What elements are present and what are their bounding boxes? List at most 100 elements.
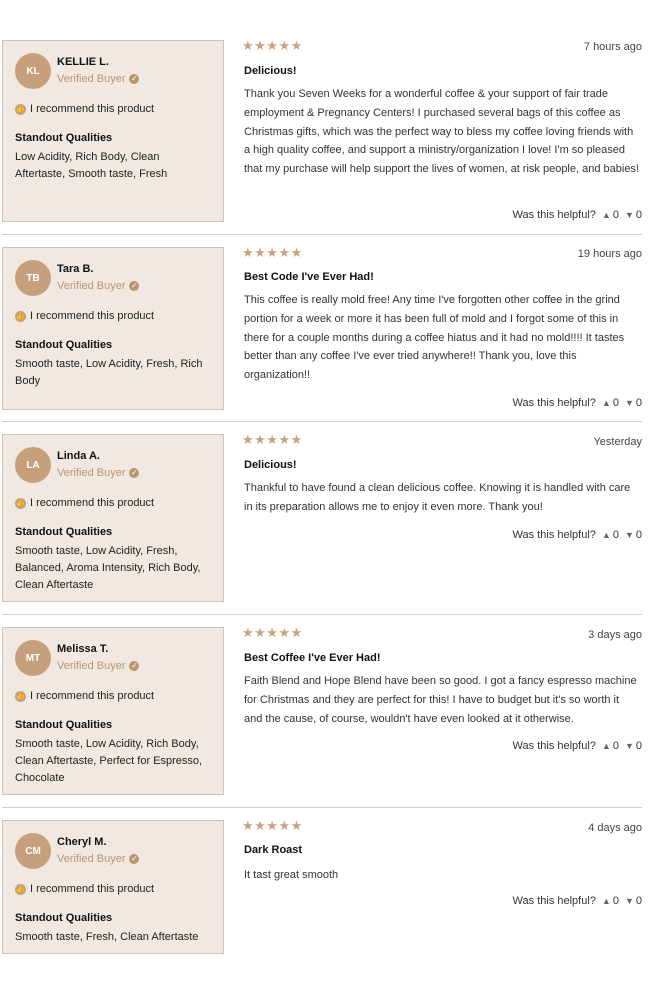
upvote-button[interactable]: ▲ 0 [602, 740, 619, 752]
verified-badge: Verified Buyer ✓ [57, 467, 140, 479]
helpful-label: Was this helpful? [512, 397, 596, 409]
helpful-row: Was this helpful? ▲ 0 ▼ 0 [513, 397, 642, 409]
review-title: Delicious! [244, 459, 297, 471]
upvote-button[interactable]: ▲ 0 [602, 209, 619, 221]
helpful-label: Was this helpful? [512, 529, 596, 541]
verified-badge: Verified Buyer ✓ [57, 660, 140, 672]
reviewer-name: Melissa T. [57, 643, 109, 655]
standout-qualities: Smooth taste, Low Acidity, Rich Body, Cl… [15, 738, 203, 784]
review-title: Best Coffee I've Ever Had! [244, 652, 381, 664]
check-icon: ✓ [129, 661, 140, 671]
upvote-count: 0 [612, 209, 619, 221]
review-item: LA Linda A. Verified Buyer ✓ 👍 I recommend… [0, 422, 667, 614]
downvote-count: 0 [635, 740, 642, 752]
thumbs-up-icon: ▲ [601, 530, 611, 540]
recommend-label: I recommend this product [30, 497, 155, 509]
reviewer-card: TB Tara B. Verified Buyer ✓ 👍 I recommend … [2, 247, 224, 410]
review-item: KL KELLIE L. Verified Buyer ✓ 👍 I recommen… [0, 0, 667, 235]
review-title: Delicious! [244, 65, 297, 77]
standout-qualities: Smooth taste, Low Acidity, Fresh, Balanc… [15, 545, 201, 591]
recommend-label: I recommend this product [30, 883, 155, 895]
recommend-row: 👍 I recommend this product [15, 690, 154, 702]
star-rating: ★★★★★ [242, 818, 303, 833]
recommend-row: 👍 I recommend this product [15, 310, 154, 322]
thumbs-up-icon: ▲ [601, 896, 611, 906]
thumbs-up-icon: ▲ [601, 210, 611, 220]
helpful-label: Was this helpful? [512, 740, 596, 752]
standout-title: Standout Qualities [15, 912, 113, 924]
helpful-row: Was this helpful? ▲ 0 ▼ 0 [513, 529, 642, 541]
reviewer-name: Cheryl M. [57, 836, 107, 848]
standout-title: Standout Qualities [15, 339, 113, 351]
verified-label: Verified Buyer [57, 280, 126, 292]
avatar: MT [15, 640, 51, 676]
reviewer-name: Tara B. [57, 263, 94, 275]
thumbs-up-icon: ▲ [601, 741, 611, 751]
thumbs-up-icon: 👍 [15, 497, 26, 509]
downvote-button[interactable]: ▼ 0 [625, 397, 642, 409]
upvote-count: 0 [612, 740, 619, 752]
downvote-button[interactable]: ▼ 0 [625, 529, 642, 541]
downvote-count: 0 [635, 209, 642, 221]
review-time: Yesterday [593, 436, 642, 448]
check-icon: ✓ [129, 854, 140, 864]
star-rating: ★★★★★ [242, 432, 303, 447]
standout-title: Standout Qualities [15, 132, 113, 144]
review-time: 4 days ago [588, 822, 642, 834]
thumbs-up-icon: ▲ [601, 398, 611, 408]
avatar: KL [15, 53, 51, 89]
helpful-row: Was this helpful? ▲ 0 ▼ 0 [513, 895, 642, 907]
reviewer-name: KELLIE L. [57, 56, 109, 68]
review-time: 3 days ago [588, 629, 642, 641]
review-body: Thank you Seven Weeks for a wonderful co… [244, 88, 639, 176]
downvote-button[interactable]: ▼ 0 [625, 740, 642, 752]
downvote-count: 0 [635, 529, 642, 541]
verified-badge: Verified Buyer ✓ [57, 853, 140, 865]
verified-badge: Verified Buyer ✓ [57, 280, 140, 292]
check-icon: ✓ [129, 281, 140, 291]
thumbs-up-icon: 👍 [15, 883, 26, 895]
avatar: TB [15, 260, 51, 296]
thumbs-down-icon: ▼ [624, 896, 634, 906]
check-icon: ✓ [129, 468, 140, 478]
review-time: 19 hours ago [577, 248, 642, 260]
downvote-button[interactable]: ▼ 0 [625, 209, 642, 221]
review-title: Dark Roast [244, 844, 303, 856]
avatar: LA [15, 447, 51, 483]
recommend-row: 👍 I recommend this product [15, 497, 154, 509]
review-item: MT Melissa T. Verified Buyer ✓ 👍 I recomme… [0, 615, 667, 807]
star-rating: ★★★★★ [242, 625, 303, 640]
downvote-button[interactable]: ▼ 0 [625, 895, 642, 907]
review-item: CM Cheryl M. Verified Buyer ✓ 👍 I recommen… [0, 808, 667, 958]
thumbs-down-icon: ▼ [624, 741, 634, 751]
standout-qualities: Smooth taste, Fresh, Clean Aftertaste [15, 931, 199, 943]
thumbs-up-icon: 👍 [15, 310, 26, 322]
helpful-row: Was this helpful? ▲ 0 ▼ 0 [513, 209, 642, 221]
upvote-button[interactable]: ▲ 0 [602, 529, 619, 541]
verified-label: Verified Buyer [57, 73, 126, 85]
helpful-label: Was this helpful? [512, 209, 596, 221]
upvote-button[interactable]: ▲ 0 [602, 895, 619, 907]
review-body: This coffee is really mold free! Any tim… [244, 294, 625, 382]
review-body: Faith Blend and Hope Blend have been so … [244, 675, 637, 725]
downvote-count: 0 [635, 397, 642, 409]
upvote-count: 0 [612, 895, 619, 907]
helpful-row: Was this helpful? ▲ 0 ▼ 0 [513, 740, 642, 752]
recommend-row: 👍 I recommend this product [15, 883, 154, 895]
recommend-label: I recommend this product [30, 103, 155, 115]
check-icon: ✓ [129, 74, 140, 84]
helpful-label: Was this helpful? [512, 895, 596, 907]
star-rating: ★★★★★ [242, 245, 303, 260]
upvote-button[interactable]: ▲ 0 [602, 397, 619, 409]
reviewer-card: KL KELLIE L. Verified Buyer ✓ 👍 I recommen… [2, 40, 224, 222]
thumbs-up-icon: 👍 [15, 690, 26, 702]
recommend-row: 👍 I recommend this product [15, 103, 154, 115]
reviewer-card: CM Cheryl M. Verified Buyer ✓ 👍 I recommen… [2, 820, 224, 954]
upvote-count: 0 [612, 397, 619, 409]
review-body: It tast great smooth [244, 869, 339, 881]
thumbs-down-icon: ▼ [624, 398, 634, 408]
thumbs-down-icon: ▼ [624, 530, 634, 540]
recommend-label: I recommend this product [30, 690, 155, 702]
verified-badge: Verified Buyer ✓ [57, 73, 140, 85]
avatar: CM [15, 833, 51, 869]
